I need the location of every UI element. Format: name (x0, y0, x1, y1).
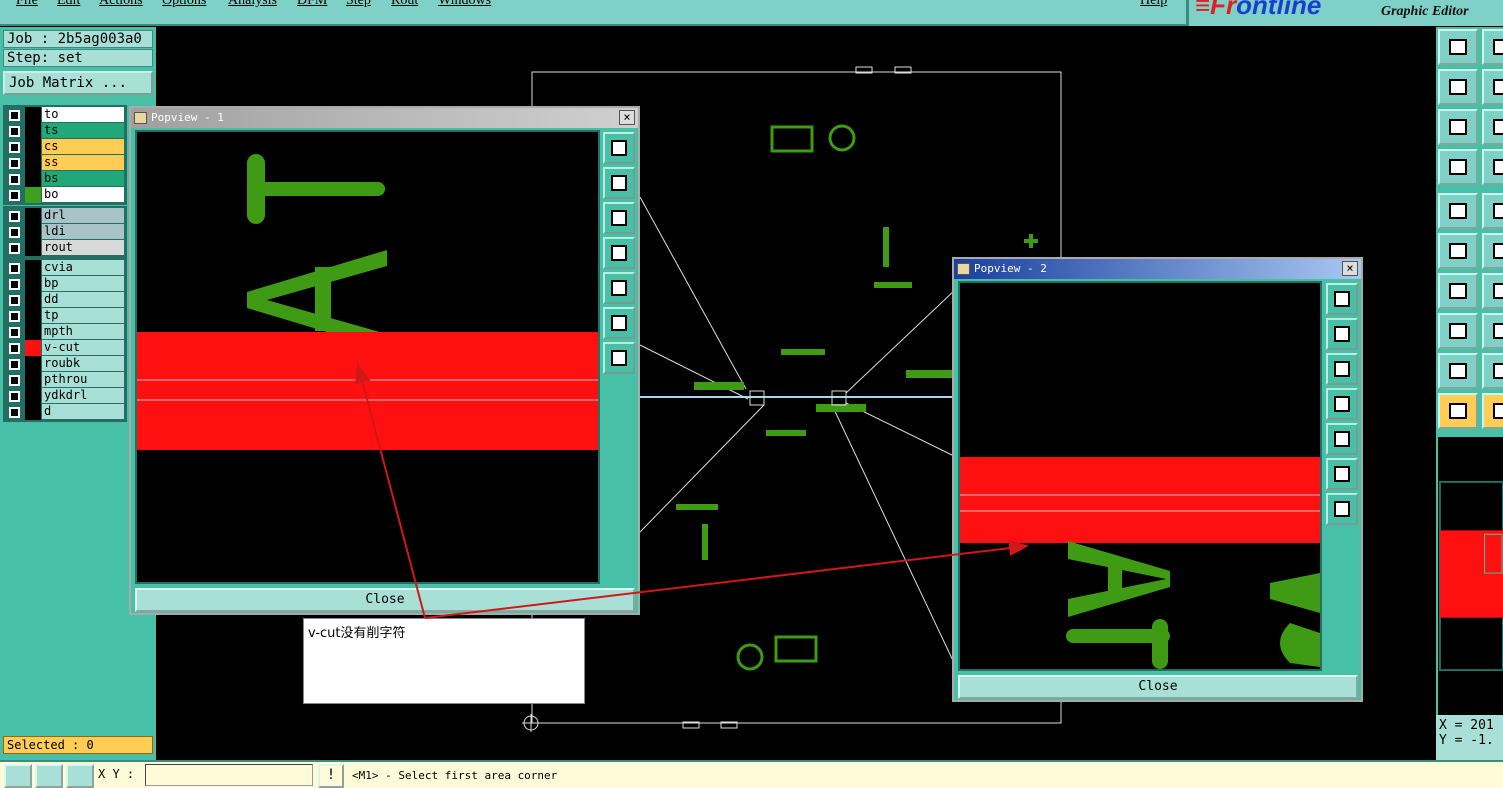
xy-input[interactable] (145, 764, 313, 786)
tool-button-8[interactable] (1482, 149, 1503, 185)
tool-button-19[interactable] (1438, 393, 1478, 429)
zoom-home-icon (1449, 39, 1467, 55)
point-icon (1449, 203, 1467, 219)
tool-button-2[interactable] (1482, 29, 1503, 65)
triangle-icon (1449, 363, 1467, 379)
arrow-to-popview-1 (354, 363, 426, 619)
tool-button-15[interactable] (1438, 313, 1478, 349)
pan-right-icon (1493, 79, 1503, 95)
coord-y: Y = -1. (1439, 733, 1494, 748)
tool-button-1[interactable] (1438, 29, 1478, 65)
tool-button-17[interactable] (1438, 353, 1478, 389)
zoom-in-icon (1493, 39, 1503, 55)
minimap[interactable] (1436, 437, 1503, 715)
slope-icon (1493, 283, 1503, 299)
app-window: File Edit Actions Options Analysis DFM S… (0, 0, 1503, 788)
angle-mode-button[interactable] (35, 764, 63, 788)
tool-button-11[interactable] (1438, 233, 1478, 269)
select-arrow-icon (1449, 403, 1467, 419)
tool-button-3[interactable] (1438, 69, 1478, 105)
cross-icon (1493, 243, 1503, 259)
snap-icon (1449, 323, 1467, 339)
zoom-out-icon (1493, 119, 1503, 135)
xy-label: X Y : (98, 767, 135, 781)
angle-icon (1449, 283, 1467, 299)
dash-icon (1493, 323, 1503, 339)
record-icon (1493, 159, 1503, 175)
tool-button-20[interactable] (1482, 393, 1503, 429)
tool-button-10[interactable] (1482, 193, 1503, 229)
tool-button-4[interactable] (1482, 69, 1503, 105)
right-toolbar (1436, 27, 1503, 437)
tool-button-12[interactable] (1482, 233, 1503, 269)
select-box-icon (1493, 403, 1503, 419)
snap-mode-button[interactable] (4, 764, 32, 788)
connect-icon (1449, 243, 1467, 259)
tool-button-9[interactable] (1438, 193, 1478, 229)
measure-icon (1449, 159, 1467, 175)
coord-x: X = 201 (1439, 718, 1494, 733)
tool-button-18[interactable] (1482, 353, 1503, 389)
tool-button-16[interactable] (1482, 313, 1503, 349)
pan-left-icon (1449, 79, 1467, 95)
tool-button-14[interactable] (1482, 273, 1503, 309)
tool-button-6[interactable] (1482, 109, 1503, 145)
line-icon (1493, 203, 1503, 219)
arrow-to-popview-2 (424, 540, 1029, 619)
tool-button-7[interactable] (1438, 149, 1478, 185)
status-message: <M1> - Select first area corner (352, 769, 558, 782)
grid-mode-button[interactable] (66, 764, 94, 788)
warning-icon (1493, 363, 1503, 379)
coordinate-readout: X = 201 Y = -1. (1436, 715, 1503, 760)
alert-button[interactable]: ! (318, 764, 344, 788)
annotation-arrows (354, 363, 1029, 619)
tool-button-5[interactable] (1438, 109, 1478, 145)
zoom-fit-icon (1449, 119, 1467, 135)
status-bar: X Y : ! <M1> - Select first area corner (0, 760, 1503, 788)
tool-button-13[interactable] (1438, 273, 1478, 309)
